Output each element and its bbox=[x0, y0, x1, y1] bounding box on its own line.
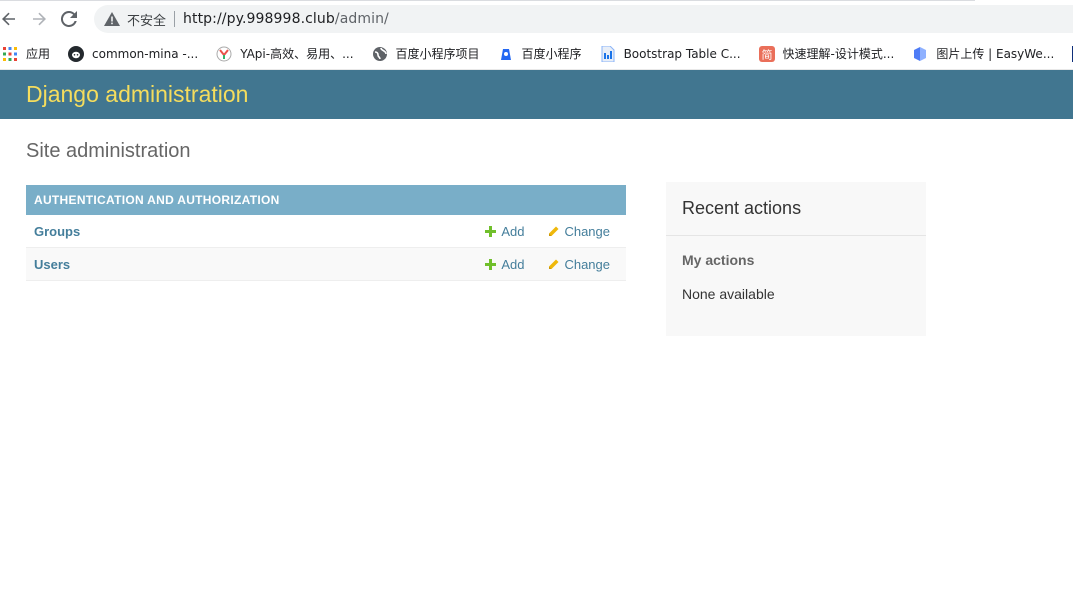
bookmark-jianshu[interactable]: 简 快速理解-设计模式... bbox=[758, 45, 895, 62]
back-button[interactable] bbox=[0, 6, 22, 32]
app-module-auth: AUTHENTICATION AND AUTHORIZATION Groups … bbox=[26, 185, 626, 281]
bookmark-easyweb[interactable]: 图片上传 | EasyWe... bbox=[912, 45, 1054, 62]
bookmark-label: Bootstrap Table C... bbox=[623, 46, 741, 61]
easyweb-icon bbox=[912, 46, 928, 62]
recent-actions-panel: Recent actions My actions None available bbox=[666, 182, 926, 336]
reload-icon bbox=[61, 11, 77, 27]
url-host: http://py.998998.club bbox=[183, 11, 335, 27]
url-path: /admin/ bbox=[334, 11, 389, 27]
bookmark-label: YApi-高效、易用、... bbox=[240, 47, 354, 61]
arrow-right-icon bbox=[33, 12, 46, 26]
page-title: Site administration bbox=[26, 140, 191, 162]
plus-icon bbox=[485, 225, 497, 237]
model-link-users[interactable]: Users bbox=[26, 257, 485, 272]
forward-button[interactable] bbox=[26, 6, 52, 32]
svg-text:简: 简 bbox=[761, 47, 772, 61]
bookmark-label: 图片上传 | EasyWe... bbox=[936, 47, 1055, 61]
recent-actions-title: Recent actions bbox=[666, 182, 926, 236]
bookmark-label: 快速理解-设计模式... bbox=[782, 47, 895, 61]
divider bbox=[174, 11, 176, 27]
model-row-groups: Groups Add Change bbox=[26, 215, 626, 248]
bookmark-baidu-mini[interactable]: 百度小程序 bbox=[498, 45, 582, 62]
divider bbox=[0, 0, 975, 1]
address-bar[interactable]: 不安全 http://py.998998.club/admin/ bbox=[94, 5, 1073, 33]
add-label: Add bbox=[501, 223, 525, 239]
change-users-link[interactable]: Change bbox=[548, 257, 610, 272]
model-row-users: Users Add Change bbox=[26, 248, 626, 281]
url-text[interactable]: http://py.998998.club/admin/ bbox=[183, 11, 389, 27]
change-label: Change bbox=[564, 256, 610, 272]
bookmark-label: common-mina -... bbox=[92, 46, 199, 61]
site-branding[interactable]: Django administration bbox=[26, 81, 248, 108]
pencil-icon bbox=[548, 259, 559, 270]
yapi-icon bbox=[216, 46, 232, 62]
site-header: Django administration bbox=[0, 70, 1073, 119]
github-icon bbox=[68, 45, 85, 62]
bookmark-common-mina[interactable]: common-mina -... bbox=[68, 45, 199, 62]
bookmark-yapi[interactable]: YApi-高效、易用、... bbox=[216, 45, 354, 62]
bookmark-label: 百度小程序项目 bbox=[395, 47, 480, 61]
browser-toolbar: 不安全 http://py.998998.club/admin/ bbox=[0, 0, 1073, 38]
globe-icon bbox=[372, 46, 388, 62]
document-icon bbox=[600, 45, 616, 62]
security-label[interactable]: 不安全 bbox=[127, 10, 166, 29]
recent-actions-empty: None available bbox=[682, 286, 775, 302]
add-label: Add bbox=[501, 256, 525, 272]
change-label: Change bbox=[564, 223, 610, 239]
bookmarks-bar: 应用 common-mina -... YApi-高效、易用、... 百度小程序… bbox=[0, 38, 1073, 70]
baidu-icon bbox=[498, 46, 514, 62]
bookmark-label: 百度小程序 bbox=[521, 47, 582, 61]
app-caption[interactable]: AUTHENTICATION AND AUTHORIZATION bbox=[26, 185, 626, 215]
apps-grid-icon bbox=[2, 46, 18, 62]
plus-icon bbox=[485, 258, 497, 270]
add-groups-link[interactable]: Add bbox=[485, 224, 524, 239]
bookmark-bootstrap-table[interactable]: Bootstrap Table C... bbox=[600, 45, 741, 62]
add-users-link[interactable]: Add bbox=[485, 257, 524, 272]
my-actions-heading: My actions bbox=[682, 252, 755, 268]
reload-button[interactable] bbox=[56, 6, 82, 32]
bookmark-label: 应用 bbox=[26, 47, 51, 61]
change-groups-link[interactable]: Change bbox=[548, 224, 610, 239]
jianshu-icon: 简 bbox=[758, 45, 775, 62]
arrow-left-icon bbox=[2, 12, 15, 26]
pencil-icon bbox=[548, 226, 559, 237]
content: Site administration AUTHENTICATION AND A… bbox=[0, 119, 1073, 336]
model-link-groups[interactable]: Groups bbox=[26, 224, 485, 239]
bookmark-apps[interactable]: 应用 bbox=[2, 45, 50, 62]
warning-icon bbox=[104, 11, 120, 27]
bookmark-baidu-project[interactable]: 百度小程序项目 bbox=[372, 45, 480, 62]
